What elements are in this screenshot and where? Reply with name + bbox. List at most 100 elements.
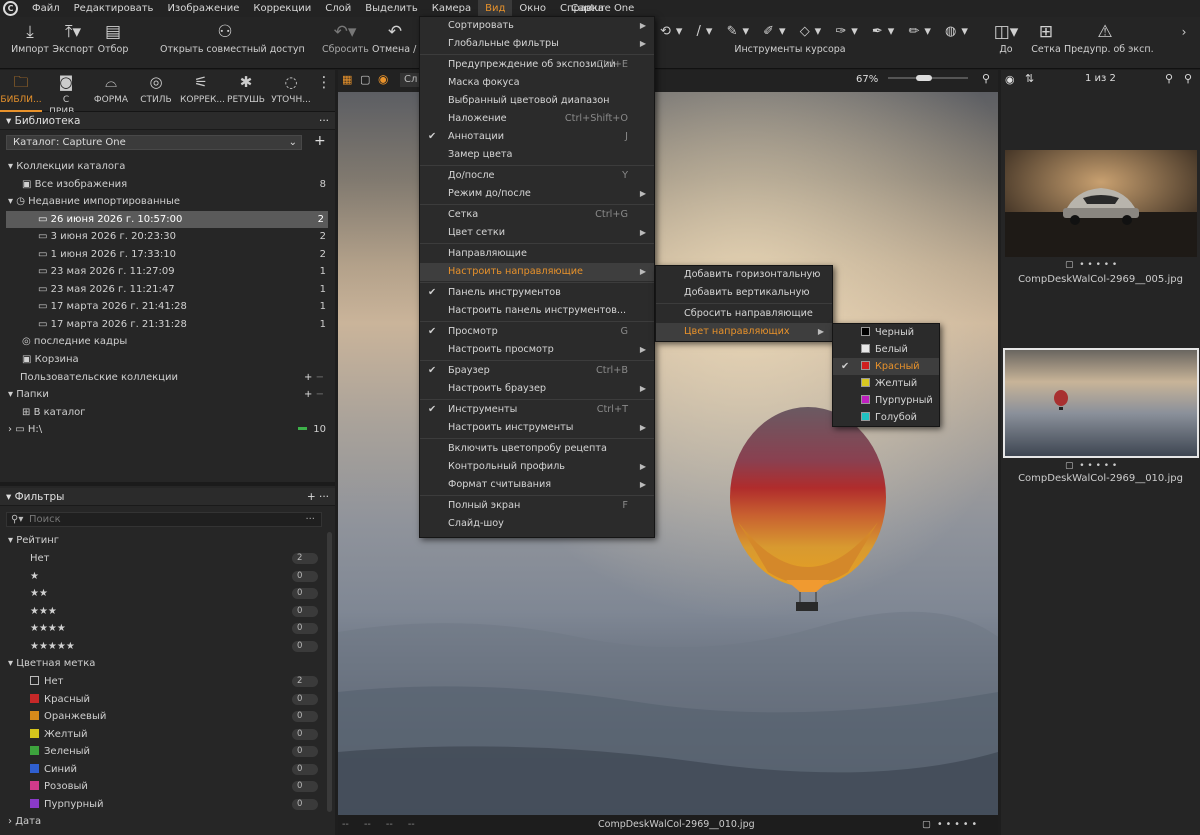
guide-colors-item[interactable]: ✔ Красный: [833, 358, 939, 375]
eye-view-icon[interactable]: ◉: [378, 72, 388, 86]
thumbnail-rating-dots[interactable]: ▢ • • • • •: [1065, 260, 1117, 270]
view-menu-item[interactable]: До/после Y: [420, 167, 654, 185]
view-menu-item[interactable]: Настроить просмотр ▶: [420, 341, 654, 359]
add-catalog-icon[interactable]: +: [314, 133, 326, 149]
view-menu-item[interactable]: ✔ Просмотр G: [420, 323, 654, 341]
view-menu-item[interactable]: ✔ Панель инструментов: [420, 284, 654, 302]
menu-file[interactable]: Файл: [25, 0, 67, 17]
view-menu-item[interactable]: Формат считывания ▶: [420, 476, 654, 494]
view-menu-item[interactable]: Режим до/после ▶: [420, 185, 654, 203]
filter-search-input[interactable]: ⚲▾ Поиск ···: [6, 512, 322, 527]
view-menu-item[interactable]: ✔ Браузер Ctrl+B: [420, 362, 654, 380]
color-filter-item[interactable]: Красный 0: [0, 691, 330, 708]
import-item[interactable]: ▭ 23 мая 2026 г. 11:27:09 1: [0, 263, 330, 280]
import-item[interactable]: ▭ 17 марта 2026 г. 21:31:28 1: [0, 316, 330, 333]
add-folder-icon[interactable]: + −: [304, 386, 324, 403]
tabs-more-button[interactable]: ⋮: [315, 70, 333, 112]
menu-select[interactable]: Выделить: [358, 0, 424, 17]
recent-captures-item[interactable]: ◎ последние кадры: [0, 333, 330, 350]
view-menu-item[interactable]: Цвет сетки ▶: [420, 224, 654, 242]
export-button[interactable]: ⤒▾ Экспорт: [52, 21, 94, 57]
view-menu-item[interactable]: Настроить направляющие ▶: [420, 263, 654, 281]
view-menu-item[interactable]: Выбранный цветовой диапазон: [420, 92, 654, 110]
filters-add-more-icon[interactable]: + ···: [307, 488, 329, 506]
rating-header[interactable]: ▾ Рейтинг: [0, 532, 330, 549]
rating-filter-item[interactable]: ★★ 0: [0, 585, 330, 602]
thumbnail-car[interactable]: [1005, 150, 1197, 257]
user-collections-header[interactable]: Пользовательские коллекции + −: [0, 369, 330, 386]
folders-header[interactable]: ▾ Папки + −: [0, 386, 330, 403]
catalog-dropdown[interactable]: Каталог: Capture One ⌄: [6, 135, 302, 150]
color-filter-item[interactable]: Нет 2: [0, 673, 330, 690]
view-menu-item[interactable]: Сетка Ctrl+G: [420, 206, 654, 224]
color-filter-item[interactable]: Желтый 0: [0, 726, 330, 743]
zoom-slider-handle[interactable]: [916, 75, 932, 81]
trash-item[interactable]: ▣ Корзина: [0, 351, 330, 368]
exposure-warning-button[interactable]: ⚠ Предупр. об эксп.: [1064, 21, 1154, 57]
before-button[interactable]: ◫▾ До: [986, 21, 1026, 57]
rating-filter-item[interactable]: ★★★★★ 0: [0, 638, 330, 655]
view-menu-item[interactable]: Настроить браузер ▶: [420, 380, 654, 398]
guides-menu-item[interactable]: Добавить горизонтальную: [656, 266, 832, 284]
guides-menu-item[interactable]: Добавить вертикальную: [656, 284, 832, 302]
library-header[interactable]: ▾ Библиотека ···: [0, 112, 335, 130]
import-item[interactable]: ▭ 1 июня 2026 г. 17:33:10 2: [0, 246, 330, 263]
color-filter-item[interactable]: Синий 0: [0, 761, 330, 778]
view-menu-item[interactable]: Маска фокуса: [420, 74, 654, 92]
menu-image[interactable]: Изображение: [160, 0, 246, 17]
menu-window[interactable]: Окно: [512, 0, 553, 17]
color-filter-item[interactable]: Розовый 0: [0, 778, 330, 795]
more-horizontal-icon[interactable]: ···: [319, 112, 329, 130]
guide-colors-item[interactable]: Пурпурный: [833, 392, 939, 409]
cull-button[interactable]: ▤ Отбор: [96, 21, 130, 57]
tab-capture[interactable]: ◙С ПРИВ...: [45, 70, 87, 117]
rating-filter-item[interactable]: ★ 0: [0, 568, 330, 585]
grid-button[interactable]: ⊞ Сетка: [1030, 21, 1062, 57]
date-header[interactable]: › Дата: [0, 813, 330, 830]
import-item[interactable]: ▭ 23 мая 2026 г. 11:21:47 1: [0, 281, 330, 298]
cursor-tools-group[interactable]: ⟲▾ /▾ ✎▾ ✐▾ ◇▾ ✑▾ ✒▾ ✏▾ ◍▾ Инструменты ку…: [660, 21, 968, 57]
tab-adjust[interactable]: ⚟ КОРРЕК...: [180, 70, 225, 112]
catalog-collections-header[interactable]: ▾ Коллекции каталога: [0, 158, 330, 175]
view-menu-item[interactable]: Слайд-шоу: [420, 515, 654, 533]
guide-colors-item[interactable]: Голубой: [833, 409, 939, 426]
filters-scrollbar[interactable]: [327, 532, 332, 812]
menu-edit[interactable]: Редактировать: [67, 0, 161, 17]
color-filter-item[interactable]: Оранжевый 0: [0, 708, 330, 725]
import-item[interactable]: ▭ 17 марта 2026 г. 21:41:28 1: [0, 298, 330, 315]
drive-item[interactable]: › ▭ H:\ 10: [0, 421, 330, 438]
guide-colors-item[interactable]: Черный: [833, 324, 939, 341]
eye-icon[interactable]: ◉: [1005, 73, 1015, 86]
import-item[interactable]: ▭ 26 июня 2026 г. 10:57:00 2: [6, 211, 328, 228]
thumbnail-rating-dots[interactable]: ▢ • • • • •: [1065, 461, 1117, 471]
rating-filter-item[interactable]: Нет 2: [0, 550, 330, 567]
toolbar-more-button[interactable]: ›: [1174, 21, 1194, 43]
menu-layer[interactable]: Слой: [318, 0, 358, 17]
guides-menu-item[interactable]: Цвет направляющих ▶: [656, 323, 832, 341]
sort-icon[interactable]: ⇅: [1025, 72, 1034, 85]
single-view-icon[interactable]: ▢: [360, 73, 370, 86]
guide-colors-item[interactable]: Белый: [833, 341, 939, 358]
filters-header[interactable]: ▾ Фильтры + ···: [0, 488, 335, 506]
grid-view-icon[interactable]: ▦: [342, 73, 352, 86]
view-menu-item[interactable]: Направляющие: [420, 245, 654, 263]
import-button[interactable]: ⤓ Импорт: [10, 21, 50, 57]
in-catalog-item[interactable]: ⊞ В каталог: [0, 404, 330, 421]
tab-refine[interactable]: ◌ УТОЧН...: [270, 70, 312, 112]
thumbnail-balloon-selected[interactable]: [1003, 348, 1199, 458]
menu-adjustments[interactable]: Коррекции: [246, 0, 318, 17]
recent-imports-header[interactable]: ▾ ◷ Недавние импортированные: [0, 193, 330, 210]
guides-menu-item[interactable]: Сбросить направляющие: [656, 305, 832, 323]
view-menu-item[interactable]: Полный экран F: [420, 497, 654, 515]
rating-filter-item[interactable]: ★★★ 0: [0, 603, 330, 620]
view-menu-item[interactable]: Включить цветопробу рецепта: [420, 440, 654, 458]
view-menu-item[interactable]: Замер цвета: [420, 146, 654, 164]
view-menu-item[interactable]: Предупреждение об экспозиции Ctrl+E: [420, 56, 654, 74]
search-icon[interactable]: ⚲: [1184, 72, 1192, 85]
undo-button[interactable]: ↶ Отмена / П: [372, 21, 426, 57]
color-tag-header[interactable]: ▾ Цветная метка: [0, 655, 330, 672]
tab-shape[interactable]: ⌓ ФОРМА: [90, 70, 132, 112]
view-menu-item[interactable]: Наложение Ctrl+Shift+O: [420, 110, 654, 128]
view-menu-item[interactable]: ✔ Аннотации J: [420, 128, 654, 146]
zoom-slider[interactable]: [888, 75, 968, 81]
